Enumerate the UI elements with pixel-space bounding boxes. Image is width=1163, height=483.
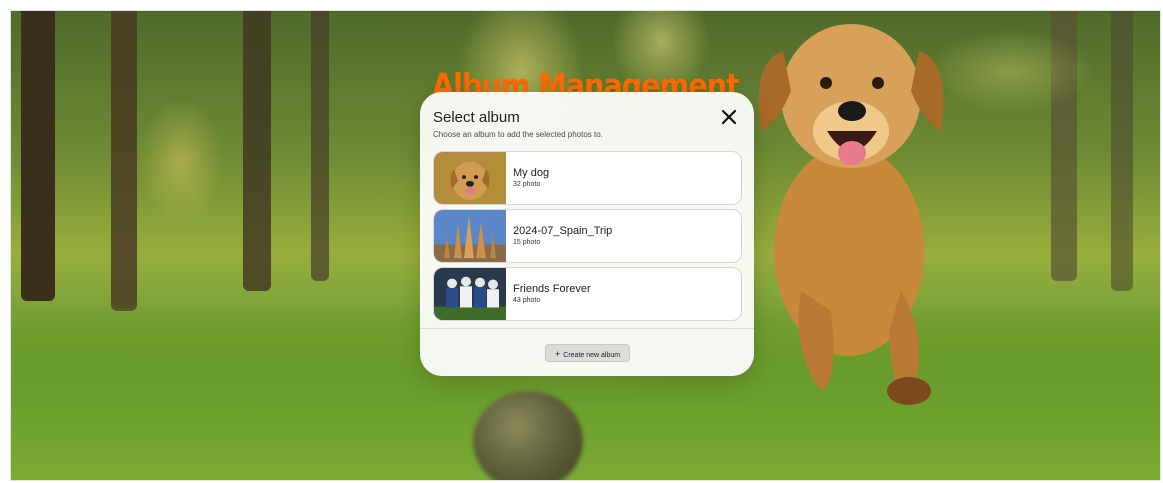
create-button-label: Create new album	[563, 352, 621, 359]
tennis-ball	[473, 391, 583, 480]
list-item[interactable]: My dog 32 photo	[433, 151, 742, 205]
dialog-subtitle: Choose an album to add the selected phot…	[433, 130, 603, 139]
album-count: 43 photo	[513, 297, 541, 304]
divider	[420, 328, 754, 329]
select-album-dialog: Select album Choose an album to add the …	[420, 92, 754, 376]
album-name: 2024-07_Spain_Trip	[513, 225, 613, 237]
dialog-title: Select album	[433, 109, 520, 126]
album-name: My dog	[513, 167, 550, 179]
close-icon	[721, 109, 737, 125]
album-thumbnail	[434, 268, 506, 320]
plus-icon: +	[555, 349, 561, 359]
golden-retriever-illustration	[758, 24, 944, 405]
album-list: My dog 32 photo 2024-07_Spain_Trip 15 ph…	[433, 151, 742, 325]
album-name: Friends Forever	[513, 283, 591, 295]
create-new-album-button[interactable]: + Create new album	[545, 344, 631, 362]
album-thumbnail	[434, 152, 506, 204]
album-thumbnail	[434, 210, 506, 262]
list-item[interactable]: Friends Forever 43 photo	[433, 267, 742, 321]
list-item[interactable]: 2024-07_Spain_Trip 15 photo	[433, 209, 742, 263]
close-button[interactable]	[720, 108, 738, 126]
album-count: 15 photo	[513, 239, 541, 246]
album-count: 32 photo	[513, 181, 541, 188]
